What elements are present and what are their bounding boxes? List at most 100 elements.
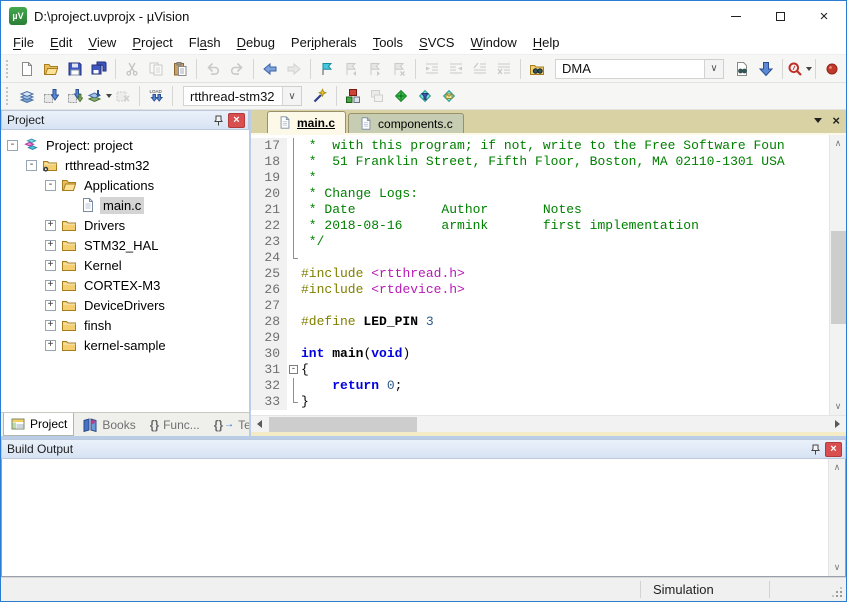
code-line[interactable]: 17 * with this program; if not, write to… bbox=[251, 138, 829, 154]
fold-collapse-icon[interactable]: - bbox=[289, 365, 298, 374]
menu-file[interactable]: File bbox=[5, 32, 42, 53]
redo-button[interactable] bbox=[225, 57, 249, 80]
menu-window[interactable]: Window bbox=[462, 32, 524, 53]
tree-item-stm32-hal[interactable]: +STM32_HAL bbox=[1, 235, 249, 255]
tree-item-applications[interactable]: -Applications bbox=[1, 175, 249, 195]
tree-item-kernel-sample[interactable]: +kernel-sample bbox=[1, 335, 249, 355]
build-button[interactable] bbox=[39, 85, 63, 108]
pin-icon[interactable] bbox=[807, 442, 823, 457]
scroll-right-icon[interactable] bbox=[829, 416, 846, 433]
menu-svcs[interactable]: SVCS bbox=[411, 32, 462, 53]
expand-icon[interactable]: + bbox=[45, 300, 56, 311]
paste-button[interactable] bbox=[168, 57, 192, 80]
find-dropdown-icon[interactable] bbox=[806, 67, 812, 71]
open-folder-button[interactable] bbox=[39, 57, 63, 80]
panel-tab-func[interactable]: {}Func... bbox=[144, 413, 206, 436]
options-wand-button[interactable] bbox=[308, 85, 332, 108]
bookmark-clear-button[interactable] bbox=[387, 57, 411, 80]
vscroll-thumb[interactable] bbox=[831, 231, 846, 324]
search-combobox-dropdown-icon[interactable]: ∨ bbox=[705, 59, 724, 79]
code-line[interactable]: 22 * 2018-08-16 armink first implementat… bbox=[251, 218, 829, 234]
code-line[interactable]: 31-{ bbox=[251, 362, 829, 378]
panel-tab-books[interactable]: Books bbox=[76, 413, 141, 436]
expand-icon[interactable]: + bbox=[45, 240, 56, 251]
resize-grip[interactable] bbox=[830, 578, 846, 601]
toolbar-grip[interactable] bbox=[6, 87, 11, 105]
collapse-icon[interactable]: - bbox=[7, 140, 18, 151]
tree-item-main-c[interactable]: main.c bbox=[1, 195, 249, 215]
expand-icon[interactable]: + bbox=[45, 280, 56, 291]
menu-edit[interactable]: Edit bbox=[42, 32, 80, 53]
download-button[interactable]: LOAD bbox=[144, 85, 168, 108]
code-line[interactable]: 20 * Change Logs: bbox=[251, 186, 829, 202]
bookmark-button[interactable] bbox=[315, 57, 339, 80]
target-select-combobox-value[interactable]: rtthread-stm32 bbox=[183, 86, 283, 106]
uncomment-button[interactable] bbox=[492, 57, 516, 80]
editor-tab-main-c[interactable]: main.c bbox=[267, 111, 346, 133]
menu-flash[interactable]: Flash bbox=[181, 32, 229, 53]
window-layout-button[interactable] bbox=[365, 85, 389, 108]
hscroll-thumb[interactable] bbox=[269, 417, 417, 432]
minimize-button[interactable] bbox=[714, 1, 758, 31]
search-combobox-value[interactable]: DMA bbox=[555, 59, 705, 79]
batch-build-button[interactable] bbox=[87, 85, 111, 108]
close-document-icon[interactable]: × bbox=[832, 114, 840, 127]
expand-icon[interactable]: + bbox=[45, 220, 56, 231]
code-line[interactable]: 27 bbox=[251, 298, 829, 314]
code-line[interactable]: 26#include <rtdevice.h> bbox=[251, 282, 829, 298]
bookmark-next-button[interactable] bbox=[363, 57, 387, 80]
code-line[interactable]: 19 * bbox=[251, 170, 829, 186]
collapse-icon[interactable]: - bbox=[45, 180, 56, 191]
editor-horizontal-scrollbar[interactable] bbox=[251, 415, 846, 432]
tree-item-project-project[interactable]: -Project: project bbox=[1, 135, 249, 155]
find-in-files-button[interactable] bbox=[525, 57, 549, 80]
expand-icon[interactable]: + bbox=[45, 320, 56, 331]
new-file-button[interactable] bbox=[15, 57, 39, 80]
tree-item-devicedrivers[interactable]: +DeviceDrivers bbox=[1, 295, 249, 315]
vscroll-track[interactable] bbox=[830, 152, 847, 398]
tree-item-finsh[interactable]: +finsh bbox=[1, 315, 249, 335]
code-lines[interactable]: 17 * with this program; if not, write to… bbox=[251, 135, 829, 415]
pack-installer-button[interactable] bbox=[437, 85, 461, 108]
toolbar-grip[interactable] bbox=[6, 60, 11, 78]
incremental-find-button[interactable] bbox=[754, 57, 778, 80]
find-next-button[interactable] bbox=[730, 57, 754, 80]
menu-peripherals[interactable]: Peripherals bbox=[283, 32, 365, 53]
target-select-combobox-dropdown-icon[interactable]: ∨ bbox=[283, 86, 302, 106]
menu-project[interactable]: Project bbox=[124, 32, 180, 53]
editor-tab-components-c[interactable]: components.c bbox=[348, 113, 464, 133]
copy-button[interactable] bbox=[144, 57, 168, 80]
save-all-button[interactable] bbox=[87, 57, 111, 80]
code-line[interactable]: 23 */ bbox=[251, 234, 829, 250]
maximize-button[interactable] bbox=[758, 1, 802, 31]
tree-item-cortex-m3[interactable]: +CORTEX-M3 bbox=[1, 275, 249, 295]
build-output-scrollbar[interactable]: ∧ ∨ bbox=[828, 459, 845, 576]
tree-item-drivers[interactable]: +Drivers bbox=[1, 215, 249, 235]
indent-button[interactable] bbox=[420, 57, 444, 80]
close-button[interactable]: × bbox=[802, 1, 846, 31]
search-combobox[interactable]: DMA∨ bbox=[555, 58, 724, 80]
code-line[interactable]: 30int main(void) bbox=[251, 346, 829, 362]
scroll-down-icon[interactable]: ∨ bbox=[830, 398, 847, 415]
bp-insert-button[interactable] bbox=[820, 57, 844, 80]
tab-list-dropdown-icon[interactable] bbox=[814, 118, 822, 123]
expand-icon[interactable]: + bbox=[45, 260, 56, 271]
code-line[interactable]: 24 bbox=[251, 250, 829, 266]
manage-items-button[interactable] bbox=[389, 85, 413, 108]
panel-tab-project[interactable]: Project bbox=[3, 413, 74, 436]
project-panel-close-button[interactable]: × bbox=[228, 113, 245, 128]
scroll-left-icon[interactable] bbox=[251, 416, 268, 433]
editor-vertical-scrollbar[interactable]: ∧ ∨ bbox=[829, 135, 846, 415]
expand-icon[interactable]: + bbox=[45, 340, 56, 351]
select-packs-button[interactable] bbox=[413, 85, 437, 108]
code-line[interactable]: 29 bbox=[251, 330, 829, 346]
comment-button[interactable] bbox=[468, 57, 492, 80]
undo-button[interactable] bbox=[201, 57, 225, 80]
manage-rte-button[interactable] bbox=[341, 85, 365, 108]
menu-view[interactable]: View bbox=[80, 32, 124, 53]
tree-item-rtthread-stm32[interactable]: -rtthread-stm32 bbox=[1, 155, 249, 175]
fold-margin[interactable]: - bbox=[287, 362, 301, 378]
code-line[interactable]: 32 return 0; bbox=[251, 378, 829, 394]
menu-tools[interactable]: Tools bbox=[365, 32, 411, 53]
nav-back-button[interactable] bbox=[258, 57, 282, 80]
